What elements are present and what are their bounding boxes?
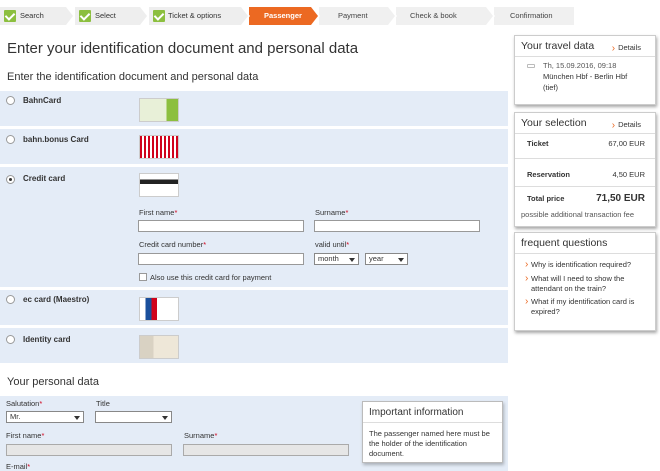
option-label: Credit card	[23, 174, 66, 183]
info-title: Important information	[369, 407, 464, 418]
travel-data-heading: Your travel data	[521, 40, 595, 52]
travel-route: München Hbf - Berlin Hbf	[543, 72, 628, 81]
option-identity-card[interactable]: Identity card	[0, 328, 508, 363]
faq-heading: frequent questions	[521, 237, 608, 249]
cc-surname-input[interactable]	[314, 220, 480, 232]
selection-box: Your selection Details Ticket 67,00 EUR …	[514, 112, 656, 227]
fee-note: possible additional transaction fee	[521, 210, 634, 219]
option-label: bahn.bonus Card	[23, 135, 89, 144]
faq-link-why[interactable]: Why is identification required?	[525, 260, 650, 270]
salutation-label: Salutation	[6, 399, 40, 408]
reservation-label: Reservation	[527, 170, 570, 179]
page-title: Enter your identification document and p…	[7, 40, 359, 57]
step-ticket-options[interactable]: Ticket & options	[149, 7, 250, 25]
step-label: Confirmation	[510, 11, 553, 20]
radio-identity-card[interactable]	[6, 335, 15, 344]
step-label: Passenger	[264, 11, 302, 20]
ec-card-image	[139, 297, 179, 321]
ticket-label: Ticket	[527, 139, 549, 148]
option-bahncard[interactable]: BahnCard	[0, 91, 508, 126]
email-label: E-mail	[6, 462, 28, 471]
personal-data-heading: Your personal data	[7, 376, 99, 388]
cc-first-name-input[interactable]	[138, 220, 304, 232]
check-icon	[4, 10, 16, 22]
radio-ec-card[interactable]	[6, 295, 15, 304]
valid-until-label: valid until	[315, 240, 347, 249]
bahncard-image	[139, 98, 179, 122]
step-passenger: Passenger	[249, 7, 320, 25]
also-use-label: Also use this credit card for payment	[150, 273, 272, 282]
radio-bonus-card[interactable]	[6, 135, 15, 144]
option-label: ec card (Maestro)	[23, 295, 90, 304]
option-label: BahnCard	[23, 96, 62, 105]
card-number-label: Credit card number	[139, 240, 204, 249]
first-name-label: First name	[6, 431, 42, 440]
step-label: Select	[95, 11, 116, 20]
train-icon	[527, 64, 535, 68]
faq-link-what-show[interactable]: What will I need to show the attendant o…	[525, 274, 650, 294]
first-name-input[interactable]	[6, 444, 172, 456]
reservation-price: 4,50 EUR	[612, 170, 645, 179]
title-select[interactable]	[95, 411, 172, 423]
step-label: Ticket & options	[168, 11, 222, 20]
step-label: Search	[20, 11, 44, 20]
radio-credit-card[interactable]	[6, 175, 15, 184]
option-bonus-card[interactable]: bahn.bonus Card	[0, 129, 508, 164]
option-ec-card[interactable]: ec card (Maestro)	[0, 290, 508, 325]
identity-card-image	[139, 335, 179, 359]
surname-label: Surname	[315, 208, 346, 217]
option-credit-card[interactable]: Credit card First name* Surname* Credit …	[0, 167, 508, 287]
step-confirmation: Confirmation	[494, 7, 574, 25]
salutation-select[interactable]: Mr.	[6, 411, 84, 423]
important-info-box: Important information The passenger name…	[362, 401, 503, 463]
info-text: The passenger named here must be the hol…	[369, 429, 490, 458]
surname-label: Surname	[184, 431, 215, 440]
radio-bahncard[interactable]	[6, 96, 15, 105]
selection-heading: Your selection	[521, 117, 587, 129]
total-price: 71,50 EUR	[596, 193, 645, 204]
first-name-label: First name	[139, 208, 175, 217]
travel-route-extra: (tief)	[543, 83, 558, 92]
bonus-card-image	[139, 135, 179, 159]
option-label: Identity card	[23, 335, 71, 344]
month-select[interactable]: month	[314, 253, 359, 265]
travel-details-link[interactable]: Details	[612, 42, 641, 53]
faq-box: frequent questions Why is identification…	[514, 232, 656, 331]
step-search[interactable]: Search	[0, 7, 75, 25]
credit-card-image	[139, 173, 179, 197]
total-label: Total price	[527, 194, 565, 203]
step-check-book: Check & book	[396, 7, 495, 25]
travel-date: Th, 15.09.2016, 09:18	[543, 61, 617, 70]
also-use-checkbox[interactable]	[139, 273, 147, 281]
step-label: Payment	[338, 11, 368, 20]
check-icon	[79, 10, 91, 22]
step-payment: Payment	[319, 7, 397, 25]
ticket-price: 67,00 EUR	[608, 139, 645, 148]
card-number-input[interactable]	[138, 253, 304, 265]
title-label: Title	[96, 399, 110, 408]
year-select[interactable]: year	[365, 253, 408, 265]
faq-link-expired[interactable]: What if my identification card is expire…	[525, 297, 650, 317]
check-icon	[153, 10, 165, 22]
step-label: Check & book	[410, 11, 457, 20]
selection-details-link[interactable]: Details	[612, 119, 641, 130]
step-select[interactable]: Select	[75, 7, 149, 25]
progress-steps: Search Select Ticket & options Passenger…	[0, 7, 660, 25]
section-subtitle: Enter the identification document and pe…	[7, 71, 259, 83]
surname-input[interactable]	[183, 444, 349, 456]
travel-data-box: Your travel data Details Th, 15.09.2016,…	[514, 35, 656, 105]
